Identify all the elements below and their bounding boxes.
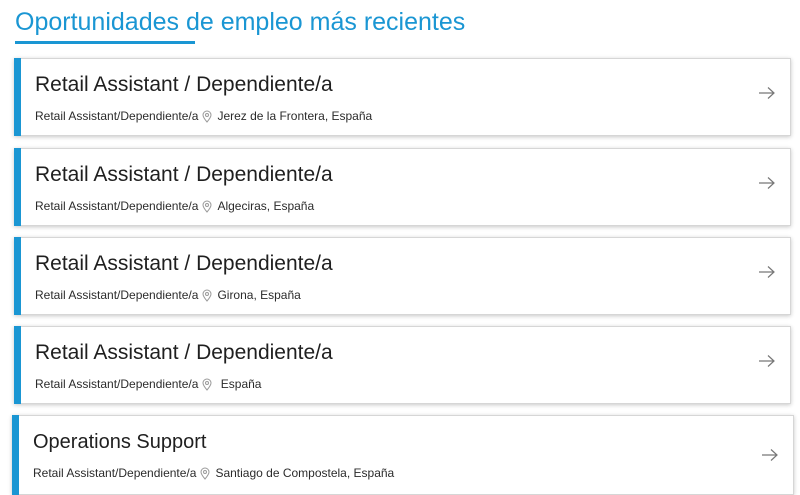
arrow-right-icon[interactable]: [758, 265, 776, 279]
job-meta: Retail Assistant/Dependiente/a Girona, E…: [35, 288, 301, 302]
arrow-right-icon[interactable]: [758, 354, 776, 368]
job-category: Retail Assistant/Dependiente/a: [35, 199, 199, 213]
map-pin-icon: [200, 467, 210, 480]
job-location: Jerez de la Frontera, España: [217, 109, 373, 123]
card-accent-bar: [14, 148, 21, 226]
job-meta: Retail Assistant/Dependiente/a España: [35, 377, 261, 391]
card-accent-bar: [14, 237, 21, 315]
job-card[interactable]: Operations Support Retail Assistant/Depe…: [12, 415, 794, 495]
job-location: Girona, España: [217, 288, 301, 302]
job-card[interactable]: Retail Assistant / Dependiente/a Retail …: [14, 58, 791, 136]
job-meta: Retail Assistant/Dependiente/a Jerez de …: [35, 109, 372, 123]
map-pin-icon: [202, 289, 212, 302]
job-location: España: [217, 377, 262, 391]
job-title[interactable]: Retail Assistant / Dependiente/a: [35, 252, 333, 276]
map-pin-icon: [202, 110, 212, 123]
card-accent-bar: [12, 415, 19, 495]
job-meta: Retail Assistant/Dependiente/a Santiago …: [33, 466, 394, 480]
job-title[interactable]: Retail Assistant / Dependiente/a: [35, 163, 333, 187]
job-category: Retail Assistant/Dependiente/a: [35, 377, 199, 391]
job-location: Santiago de Compostela, España: [215, 466, 395, 480]
arrow-right-icon[interactable]: [758, 86, 776, 100]
arrow-right-icon[interactable]: [758, 176, 776, 190]
card-accent-bar: [14, 326, 21, 404]
map-pin-icon: [202, 378, 212, 391]
map-pin-icon: [202, 200, 212, 213]
arrow-right-icon[interactable]: [761, 448, 779, 462]
job-card[interactable]: Retail Assistant / Dependiente/a Retail …: [14, 326, 791, 404]
card-accent-bar: [14, 58, 21, 136]
job-category: Retail Assistant/Dependiente/a: [33, 466, 197, 480]
job-location: Algeciras, España: [217, 199, 315, 213]
job-title[interactable]: Operations Support: [33, 431, 206, 454]
heading-underline: [15, 41, 195, 44]
job-card[interactable]: Retail Assistant / Dependiente/a Retail …: [14, 237, 791, 315]
job-title[interactable]: Retail Assistant / Dependiente/a: [35, 341, 333, 365]
job-card[interactable]: Retail Assistant / Dependiente/a Retail …: [14, 148, 791, 226]
job-category: Retail Assistant/Dependiente/a: [35, 288, 199, 302]
job-category: Retail Assistant/Dependiente/a: [35, 109, 199, 123]
job-title[interactable]: Retail Assistant / Dependiente/a: [35, 73, 333, 97]
job-meta: Retail Assistant/Dependiente/a Algeciras…: [35, 199, 314, 213]
page-title: Oportunidades de empleo más recientes: [15, 8, 466, 36]
